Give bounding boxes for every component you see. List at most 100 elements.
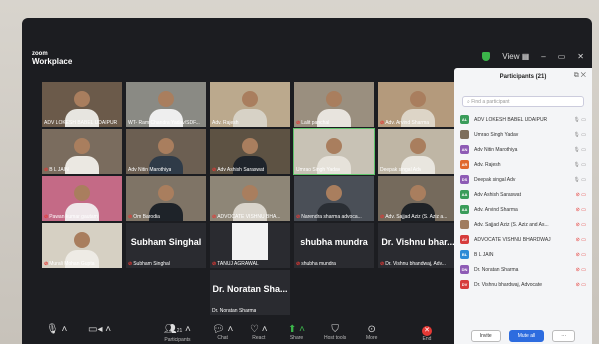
participant-name: ADV LOKESH BABEL UDAIPUR <box>474 116 548 123</box>
heart-icon: ♡ ˄ <box>250 324 268 335</box>
popout-close-icons[interactable]: ⧉ ✕ <box>574 72 586 80</box>
share-button[interactable]: ⬆ ˄ Share <box>288 324 305 341</box>
participant-tile[interactable]: Dr. Vishnu bhar... ⊘Dr. Vishnu bhandwaj, … <box>378 223 458 268</box>
view-button[interactable]: View ▦ <box>502 52 529 61</box>
participant-name: Adv. Rajesh <box>474 161 501 168</box>
participant-tile[interactable]: shubha mundra ⊘shubha mundra <box>294 223 374 268</box>
participant-name-label: Adv. Rajesh <box>212 120 239 126</box>
avatar: AN <box>460 145 469 154</box>
participant-name-label: ⊘TANUJ AGRAWAL <box>212 261 259 267</box>
participant-tile[interactable]: WT- Ram Chandra Yadav/SDF... <box>126 82 206 127</box>
gallery-view: ADV LOKESH BABEL UDAIPUR WT- Ram Chandra … <box>42 82 458 322</box>
muted-mic-icon: ⊘ <box>212 214 217 220</box>
participant-list-item[interactable]: DV Dr. Vishnu bhardwaj, Advocate ⊘ ▭ <box>460 277 588 292</box>
participant-tile[interactable]: ⊘Pawan kumar gautam <box>42 176 122 221</box>
participant-name: ADVOCATE VISHNU BHARDWAJ <box>474 236 551 243</box>
participant-tile[interactable]: ⊘Narendra sharma advoca... <box>294 176 374 221</box>
participant-tile[interactable]: Deepak singal Adv <box>378 129 458 174</box>
avatar: DS <box>460 175 469 184</box>
participants-panel-title: Participants (21) <box>499 74 547 80</box>
participant-list-item[interactable]: AL ADV LOKESH BABEL UDAIPUR 🎙︎ ▭ <box>460 112 588 127</box>
participant-search-input[interactable]: ⌕ Find a participant <box>462 96 584 107</box>
minimize-button[interactable]: – <box>541 52 545 61</box>
participant-name: Deepak singal Adv <box>474 176 516 183</box>
chat-button[interactable]: 💬︎ ˄ Chat <box>212 324 233 341</box>
mic-camera-status-icons: 🎙︎ ▭ <box>573 116 586 123</box>
participant-tile[interactable]: ⊘B L JAIN <box>42 129 122 174</box>
participant-tile[interactable]: Adv Nitin Marothiya <box>126 129 206 174</box>
participant-name: Dr. Noratan Sharma <box>474 266 519 273</box>
video-button[interactable]: ▭◂ ˄ <box>88 324 111 335</box>
participant-name-label: Dr. Noratan Sharma <box>212 308 257 314</box>
participant-list-item[interactable]: DN Dr. Noratan Sharma ⊘ ▭ <box>460 262 588 277</box>
participant-tile[interactable]: Dr. Noratan Sha... Dr. Noratan Sharma <box>210 270 290 315</box>
participant-list-item[interactable]: AR Adv. Rajesh 🎙︎ ▭ <box>460 157 588 172</box>
participants-button[interactable]: 👥︎21 ˄ Participants <box>164 324 191 343</box>
participant-display-name: Dr. Vishnu bhar... <box>381 237 455 247</box>
host-tools-button[interactable]: ⛉ Host tools <box>324 324 346 341</box>
participant-tile[interactable]: Subham Singhal ⊘Subham Singhal <box>126 223 206 268</box>
muted-mic-icon: ⊘ <box>380 214 385 220</box>
participant-name: Dr. Vishnu bhardwaj, Advocate <box>474 281 543 288</box>
invite-button[interactable]: Invite <box>470 330 501 342</box>
more-button[interactable]: ⊙ More <box>366 324 377 341</box>
chat-bubble-icon: 💬︎ ˄ <box>212 324 234 335</box>
close-button[interactable]: ✕ <box>577 52 584 61</box>
participant-name: Umrao Singh Yadav <box>474 131 519 138</box>
muted-mic-icon: ⊘ <box>212 167 217 173</box>
participant-tile[interactable]: Umrao Singh Yadav <box>293 128 375 175</box>
participant-name: Adv. Arvind Sharma <box>474 206 518 213</box>
participant-tile[interactable]: ⊘Adv. Sajjad Aziz (S. Aziz a... <box>378 176 458 221</box>
people-icon: 👥︎21 ˄ <box>164 324 191 335</box>
participant-tile[interactable]: ⊘Om Barodia <box>126 176 206 221</box>
participant-list-item[interactable]: AA Adv. Arvind Sharma ⊘ ▭ <box>460 202 588 217</box>
participant-list-item[interactable]: AA Adv Ashish Saraswat ⊘ ▭ <box>460 187 588 202</box>
participant-tile[interactable]: ⊘Murali Mohan Gupta <box>42 223 122 268</box>
muted-mic-icon: ⊘ <box>296 261 301 267</box>
participant-name-label: ⊘Om Barodia <box>128 214 160 220</box>
mic-camera-status-icons: ⊘ ▭ <box>575 266 586 273</box>
participant-tile[interactable]: ⊘ADVOCATE VISHNU BHA... <box>210 176 290 221</box>
avatar: AA <box>460 190 469 199</box>
participant-list-item[interactable]: Umrao Singh Yadav 🎙︎ ▭ <box>460 127 588 142</box>
share-arrow-icon: ⬆ ˄ <box>288 324 305 335</box>
zoom-window: zoom Workplace View ▦ – ▭ ✕ ADV LOKESH B… <box>22 18 592 344</box>
participant-name-label: Umrao Singh Yadav <box>296 167 341 173</box>
participant-list-item[interactable]: AV ADVOCATE VISHNU BHARDWAJ ⊘ ▭ <box>460 232 588 247</box>
end-call-icon: ✕ <box>422 326 432 336</box>
participant-list: AL ADV LOKESH BABEL UDAIPUR 🎙︎ ▭ Umrao Sing… <box>460 112 588 292</box>
avatar <box>460 220 469 229</box>
muted-mic-icon: ⊘ <box>212 261 217 267</box>
participant-tile[interactable]: ⊘Adv. Arvind Sharma <box>378 82 458 127</box>
participant-list-item[interactable]: AN Adv Nitin Marothiya 🎙︎ ▭ <box>460 142 588 157</box>
participant-tile[interactable]: ⊘Lalit panchal <box>294 82 374 127</box>
avatar: AV <box>460 235 469 244</box>
maximize-button[interactable]: ▭ <box>558 52 566 61</box>
react-button[interactable]: ♡ ˄ React <box>250 324 268 341</box>
avatar: AR <box>460 160 469 169</box>
participant-tile[interactable]: ADV LOKESH BABEL UDAIPUR <box>42 82 122 127</box>
audio-button[interactable]: 🎙︎ ˄ <box>46 324 67 335</box>
participant-list-item[interactable]: Adv. Sajjad Aziz (S. Aziz and As... ⊘ ▭ <box>460 217 588 232</box>
participant-tile[interactable]: ⊘TANUJ AGRAWAL <box>210 223 290 268</box>
ellipsis-icon: ⊙ <box>367 324 376 335</box>
mic-camera-status-icons: 🎙︎ ▭ <box>573 161 586 168</box>
muted-mic-icon: ⊘ <box>296 120 301 126</box>
security-shield-icon[interactable] <box>482 52 491 61</box>
muted-mic-icon: ⊘ <box>44 167 49 173</box>
mute-all-button[interactable]: Mute all <box>508 330 545 342</box>
panel-more-button[interactable]: ··· <box>552 330 576 342</box>
grid-icon: ▦ <box>521 52 530 61</box>
participant-name: B L JAIN <box>474 251 494 258</box>
participant-tile[interactable]: ⊘Adv Ashish Saraswat <box>210 129 290 174</box>
avatar: BL <box>460 250 469 259</box>
window-controls: View ▦ – ▭ ✕ <box>482 52 584 61</box>
muted-mic-icon: ⊘ <box>296 214 301 220</box>
end-button[interactable]: ✕ End <box>422 324 432 342</box>
participant-list-item[interactable]: DS Deepak singal Adv 🎙︎ ▭ <box>460 172 588 187</box>
participant-list-item[interactable]: BL B L JAIN ⊘ ▭ <box>460 247 588 262</box>
title-bar: zoom Workplace View ▦ – ▭ ✕ <box>22 44 592 66</box>
participant-tile[interactable]: Adv. Rajesh <box>210 82 290 127</box>
mic-camera-status-icons: ⊘ ▭ <box>575 191 586 198</box>
participant-name-label: ⊘Adv. Sajjad Aziz (S. Aziz a... <box>380 214 448 220</box>
